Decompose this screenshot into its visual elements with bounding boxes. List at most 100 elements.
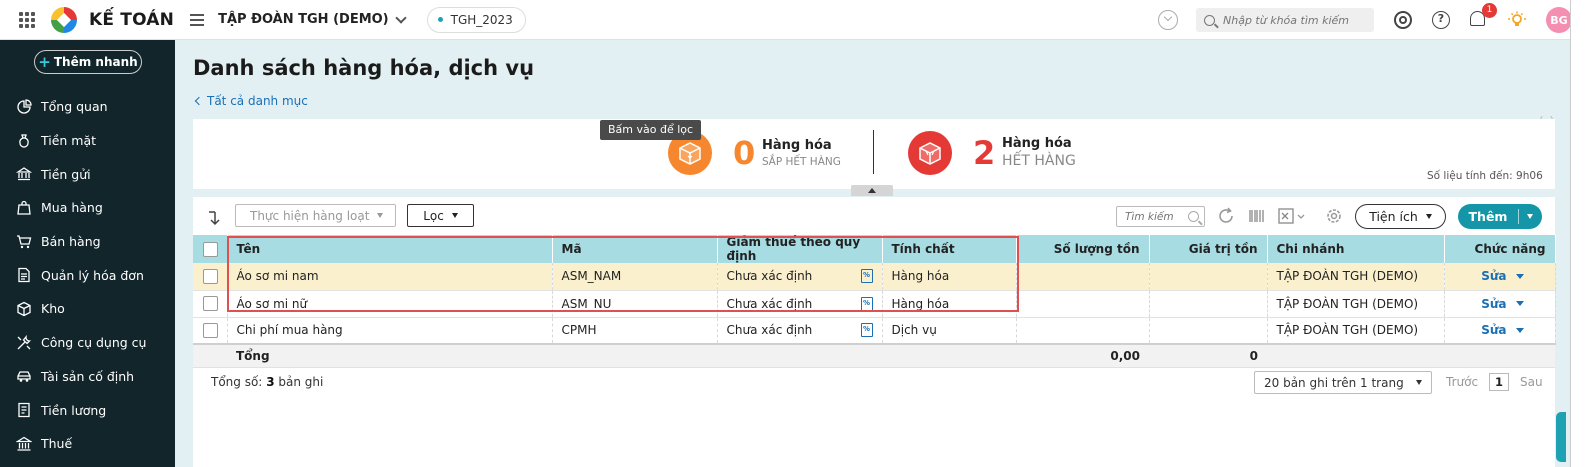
sort-icon[interactable] <box>207 210 223 226</box>
utilities-button[interactable]: Tiện ích <box>1355 204 1446 229</box>
edit-link[interactable]: Sửa <box>1481 297 1506 311</box>
cell-nature: Hàng hóa <box>882 263 1017 291</box>
cell-tax-text: Chưa xác định <box>726 269 813 284</box>
notifications-button[interactable]: 1 <box>1470 3 1497 29</box>
page-scrollbar-thumb[interactable] <box>1556 412 1566 462</box>
company-selector[interactable]: TẬP ĐOÀN TGH (DEMO) <box>218 12 389 27</box>
row-actions-caret-icon[interactable] <box>1515 301 1524 306</box>
previous-page-button[interactable]: Trước <box>1446 375 1478 389</box>
add-options-caret-icon[interactable] <box>1527 214 1533 219</box>
box-icon <box>919 142 941 165</box>
column-header-branch[interactable]: Chi nhánh <box>1267 235 1445 263</box>
out-of-stock-count[interactable]: 2 <box>973 134 995 172</box>
menu-toggle-icon[interactable] <box>190 13 205 26</box>
tax-document-icon[interactable]: % <box>860 269 873 284</box>
tax-document-icon[interactable]: % <box>860 323 873 338</box>
sidebar-item-sales[interactable]: Bán hàng <box>0 225 175 259</box>
page-scrollbar-track[interactable] <box>1556 40 1570 467</box>
bulk-action-button[interactable]: Thực hiện hàng loạt <box>235 204 396 227</box>
cell-tax-text: Chưa xác định <box>726 296 813 311</box>
page-size-select[interactable]: 20 bản ghi trên 1 trang <box>1254 371 1432 394</box>
refresh-icon[interactable] <box>1216 206 1236 226</box>
filter-button[interactable]: Lọc <box>407 204 474 227</box>
total-value: 0 <box>1149 343 1267 368</box>
cell-branch: TẬP ĐOÀN TGH (DEMO) <box>1267 263 1445 291</box>
column-header-nature[interactable]: Tính chất <box>882 235 1017 263</box>
car-icon <box>16 368 32 384</box>
table-row[interactable]: Áo sơ mi nữ ASM_NU Chưa xác định% Hàng h… <box>193 290 1556 318</box>
sidebar-item-payroll[interactable]: Tiền lương <box>0 393 175 427</box>
notification-badge: 1 <box>1482 3 1497 18</box>
row-checkbox[interactable] <box>203 322 218 338</box>
data-as-of: Số liệu tính đến: 9h06 <box>1427 170 1543 182</box>
sidebar-item-tools[interactable]: Công cụ dụng cụ <box>0 326 175 360</box>
cell-tax: Chưa xác định% <box>717 290 883 318</box>
record-count-prefix: Tổng số: <box>211 375 263 389</box>
edit-link[interactable]: Sửa <box>1481 323 1506 337</box>
column-header-qty[interactable]: Số lượng tồn <box>1016 235 1150 263</box>
grid-search-input[interactable] <box>1125 210 1185 223</box>
window-edge <box>1570 0 1587 467</box>
cell-value <box>1149 290 1268 318</box>
cell-code: CPMH <box>552 317 718 345</box>
sidebar-item-label: Công cụ dụng cụ <box>41 335 147 351</box>
barcode-icon[interactable] <box>1247 206 1267 226</box>
column-header-code[interactable]: Mã <box>552 235 718 263</box>
logo-icon <box>51 6 77 33</box>
out-of-stock-filter[interactable] <box>908 131 952 175</box>
near-out-of-stock-count[interactable]: 0 <box>733 134 755 172</box>
edit-link[interactable]: Sửa <box>1481 269 1506 283</box>
sidebar-item-deposits[interactable]: Tiền gửi <box>0 157 175 191</box>
current-page-input[interactable]: 1 <box>1489 373 1509 391</box>
row-select-cell <box>193 317 228 345</box>
tax-document-icon[interactable]: % <box>860 296 873 311</box>
total-spacer <box>1444 343 1555 368</box>
fiscal-year-selector[interactable]: TGH_2023 <box>426 6 526 33</box>
status-dot <box>437 17 443 22</box>
sidebar-item-label: Thuế <box>41 436 73 452</box>
add-button[interactable]: Thêm <box>1458 204 1542 229</box>
select-all-checkbox[interactable] <box>203 241 218 257</box>
next-page-button[interactable]: Sau <box>1520 375 1543 389</box>
table-row[interactable]: Chi phí mua hàng CPMH Chưa xác định% Dịc… <box>193 317 1556 345</box>
user-avatar[interactable]: BG <box>1546 7 1572 33</box>
table-row[interactable]: Áo sơ mi nam ASM_NAM Chưa xác định% Hàng… <box>193 263 1556 291</box>
help-icon[interactable]: ? <box>1432 11 1450 29</box>
sidebar-item-invoices[interactable]: Quản lý hóa đơn <box>0 258 175 292</box>
items-table: Tên Mã Giảm thuế theo quy định Tính chất… <box>193 235 1556 368</box>
column-settings-gear-icon[interactable] <box>1324 206 1344 226</box>
total-spacer <box>882 343 1016 368</box>
payroll-icon <box>16 402 32 418</box>
page-size-value: 20 bản ghi trên 1 trang <box>1264 375 1404 390</box>
global-search-input[interactable] <box>1223 13 1373 27</box>
sidebar-item-cash[interactable]: Tiền mặt <box>0 124 175 158</box>
column-header-value[interactable]: Giá trị tồn <box>1149 235 1268 263</box>
sidebar-item-purchasing[interactable]: Mua hàng <box>0 191 175 225</box>
global-search[interactable] <box>1196 8 1374 32</box>
row-actions-caret-icon[interactable] <box>1515 327 1524 333</box>
settings-gear-icon[interactable] <box>1394 11 1412 29</box>
money-bag-icon <box>16 133 32 149</box>
row-actions-caret-icon[interactable] <box>1515 273 1524 279</box>
grid-search[interactable] <box>1116 206 1205 227</box>
download-icon[interactable] <box>1158 10 1178 30</box>
apps-grid-icon[interactable] <box>19 11 35 28</box>
items-grid: Thực hiện hàng loạt Lọc Tiện ích <box>193 197 1556 467</box>
all-categories-link[interactable]: Tất cả danh mục <box>194 94 308 108</box>
sidebar-item-tax[interactable]: Thuế <box>0 427 175 461</box>
total-spacer <box>717 343 882 368</box>
row-checkbox[interactable] <box>203 268 218 284</box>
sidebar-item-overview[interactable]: Tổng quan <box>0 90 175 124</box>
sidebar-item-fixed-assets[interactable]: Tài sản cố định <box>0 360 175 394</box>
excel-export-icon[interactable] <box>1277 206 1309 226</box>
lightbulb-icon[interactable] <box>1508 11 1526 29</box>
column-header-name[interactable]: Tên <box>227 235 553 263</box>
sidebar-item-warehouse[interactable]: Kho <box>0 292 175 326</box>
out-of-stock-sub: HẾT HÀNG <box>1002 153 1076 169</box>
collapse-summary-button[interactable] <box>851 185 893 196</box>
column-header-tax[interactable]: Giảm thuế theo quy định <box>717 235 883 263</box>
plus-icon: + <box>38 53 51 71</box>
quick-add-button[interactable]: + Thêm nhanh <box>34 50 142 74</box>
chevron-down-icon[interactable] <box>394 11 407 24</box>
row-checkbox[interactable] <box>203 296 218 311</box>
